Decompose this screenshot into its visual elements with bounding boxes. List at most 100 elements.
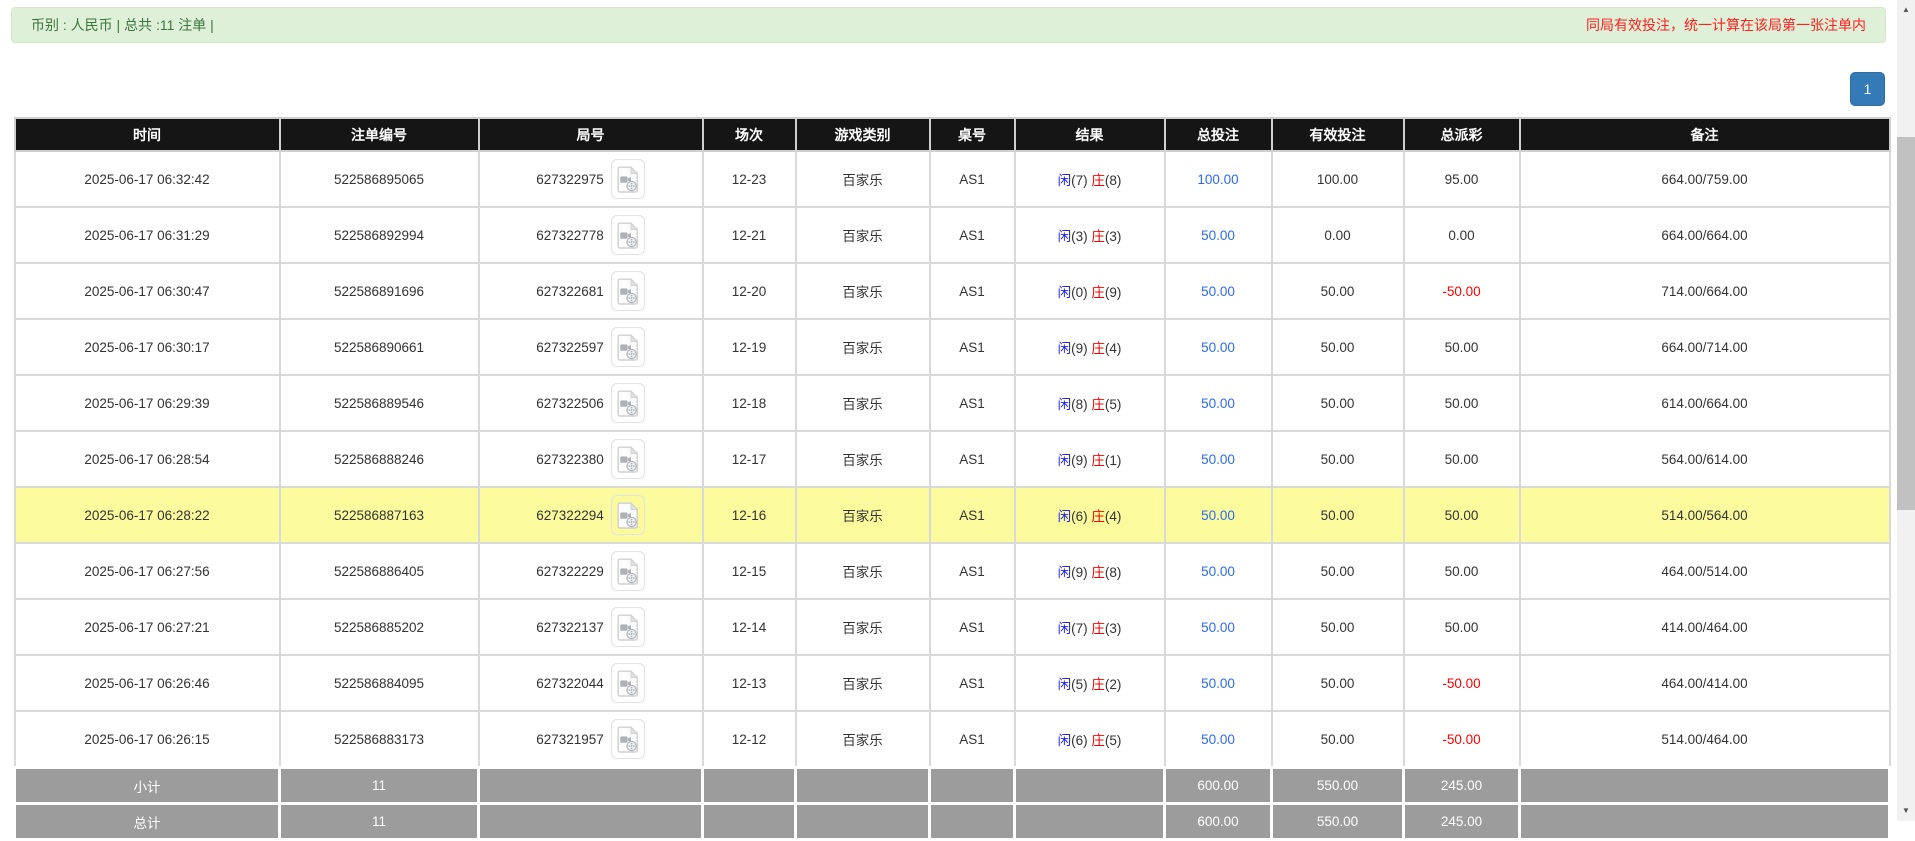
round-id: 627322294 [536,508,604,523]
result-player-score: (9) [1071,565,1088,580]
video-replay-button[interactable] [611,159,645,199]
valid-bet-cell: 50.00 [1272,375,1404,431]
time-cell: 2025-06-17 06:29:39 [15,375,280,431]
result-banker-label: 庄 [1091,733,1105,748]
video-replay-button[interactable] [611,327,645,367]
remark-cell: 664.00/664.00 [1520,207,1890,263]
round-cell: 627322044 [479,655,703,711]
result-cell: 闲(9) 庄(8) [1015,543,1165,599]
result-player-label: 闲 [1058,677,1072,692]
session-cell: 12-19 [703,319,796,375]
payout-cell: -50.00 [1404,711,1520,768]
result-banker-label: 庄 [1091,677,1105,692]
round-cell: 627322506 [479,375,703,431]
scrollbar-up-icon[interactable]: ▲ [1897,3,1915,17]
total-bet-cell[interactable]: 50.00 [1165,207,1272,263]
session-cell: 12-16 [703,487,796,543]
currency-summary-text: 币别 : 人民币 | 总共 :11 注单 | [31,15,214,35]
result-player-score: (9) [1071,341,1088,356]
scrollbar-down-icon[interactable]: ▼ [1897,804,1915,818]
table-body: 2025-06-17 06:32:42 522586895065 6273229… [15,151,1890,768]
time-cell: 2025-06-17 06:27:56 [15,543,280,599]
bet-id-cell: 522586889546 [280,375,479,431]
game-type-cell: 百家乐 [796,151,930,207]
video-replay-button[interactable] [611,215,645,255]
valid-bet-cell: 50.00 [1272,543,1404,599]
video-replay-button[interactable] [611,439,645,479]
bet-id-cell: 522586887163 [280,487,479,543]
game-type-cell: 百家乐 [796,375,930,431]
table-no-cell: AS1 [930,599,1015,655]
round-id: 627322597 [536,340,604,355]
time-cell: 2025-06-17 06:31:29 [15,207,280,263]
round-cell: 627322137 [479,599,703,655]
result-player-score: (3) [1071,229,1088,244]
subtotal-empty-cell [1015,768,1165,804]
total-bet-cell[interactable]: 50.00 [1165,431,1272,487]
total-bet-cell[interactable]: 50.00 [1165,319,1272,375]
video-icon [617,278,639,305]
grand-total-remark-cell [1520,804,1890,840]
table-no-cell: AS1 [930,655,1015,711]
result-banker-label: 庄 [1091,509,1105,524]
result-player-label: 闲 [1058,509,1072,524]
grand-total-count: 11 [280,804,479,840]
game-type-cell: 百家乐 [796,207,930,263]
video-replay-button[interactable] [611,495,645,535]
session-cell: 12-23 [703,151,796,207]
valid-bet-cell: 0.00 [1272,207,1404,263]
result-player-label: 闲 [1058,173,1072,188]
session-cell: 12-14 [703,599,796,655]
table-row: 2025-06-17 06:27:56 522586886405 6273222… [15,543,1890,599]
session-cell: 12-13 [703,655,796,711]
subtotal-empty-cell [479,768,703,804]
remark-cell: 514.00/464.00 [1520,711,1890,768]
total-bet-cell[interactable]: 50.00 [1165,655,1272,711]
remark-cell: 514.00/564.00 [1520,487,1890,543]
game-type-cell: 百家乐 [796,711,930,768]
video-replay-button[interactable] [611,607,645,647]
total-bet-cell[interactable]: 50.00 [1165,543,1272,599]
result-banker-label: 庄 [1091,565,1105,580]
total-bet-cell[interactable]: 50.00 [1165,263,1272,319]
video-replay-button[interactable] [611,271,645,311]
game-type-cell: 百家乐 [796,655,930,711]
scrollbar-thumb[interactable] [1897,137,1915,510]
round-cell: 627322597 [479,319,703,375]
total-bet-cell[interactable]: 50.00 [1165,599,1272,655]
video-icon [617,558,639,585]
total-bet-cell[interactable]: 50.00 [1165,487,1272,543]
video-replay-button[interactable] [611,719,645,759]
total-bet-cell[interactable]: 100.00 [1165,151,1272,207]
result-banker-score: (3) [1105,229,1122,244]
time-cell: 2025-06-17 06:28:54 [15,431,280,487]
session-cell: 12-21 [703,207,796,263]
result-player-score: (6) [1071,509,1088,524]
column-header-round-id: 局号 [479,118,703,151]
time-cell: 2025-06-17 06:26:15 [15,711,280,768]
table-no-cell: AS1 [930,487,1015,543]
round-id: 627321957 [536,732,604,747]
round-id: 627322044 [536,676,604,691]
column-header-time: 时间 [15,118,280,151]
grand-total-empty-cell [479,804,703,840]
remark-cell: 664.00/714.00 [1520,319,1890,375]
round-id: 627322778 [536,228,604,243]
subtotal-empty-cell [796,768,930,804]
result-player-label: 闲 [1058,229,1072,244]
session-cell: 12-18 [703,375,796,431]
total-bet-cell[interactable]: 50.00 [1165,375,1272,431]
video-replay-button[interactable] [611,383,645,423]
grand-total-empty-cell [796,804,930,840]
total-bet-cell[interactable]: 50.00 [1165,711,1272,768]
session-cell: 12-20 [703,263,796,319]
subtotal-empty-cell [930,768,1015,804]
video-replay-button[interactable] [611,663,645,703]
bet-id-cell: 522586884095 [280,655,479,711]
video-replay-button[interactable] [611,551,645,591]
table-no-cell: AS1 [930,151,1015,207]
round-cell: 627322294 [479,487,703,543]
subtotal-valid-bet: 550.00 [1272,768,1404,804]
pagination-page-button[interactable]: 1 [1850,72,1885,106]
video-icon [617,446,639,473]
